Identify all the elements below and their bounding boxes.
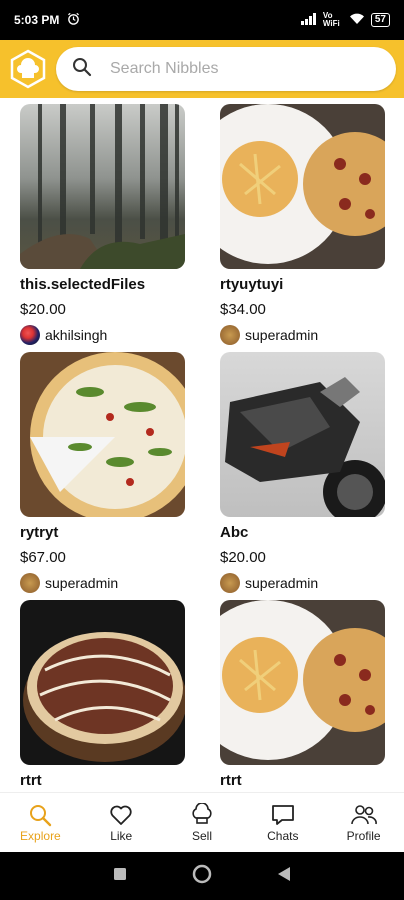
chef-hat-logo-icon [10,49,46,89]
home-button[interactable] [192,864,212,889]
product-title: Abc [220,524,249,541]
nav-like[interactable]: Like [81,793,162,852]
search-input[interactable] [110,60,360,78]
product-title: this.selectedFiles [20,276,146,293]
app-header [0,40,404,98]
nav-explore[interactable]: Explore [0,793,81,852]
nav-label: Sell [191,828,212,843]
status-time: 5:03 PM [14,13,60,27]
product-price: $20.00 [20,301,66,318]
product-title: rtyuytuyi [220,276,284,293]
product-price: $34.00 [220,301,266,318]
chat-icon [271,804,294,825]
search-icon [30,804,52,826]
seller-info[interactable]: superadmin [220,325,385,345]
avatar [20,325,40,345]
nav-label: Explore [20,828,61,843]
product-title: rtrt [220,772,242,789]
pasta-pizza-photo[interactable] [220,104,385,269]
people-icon [350,804,377,824]
pasta-pizza-photo[interactable] [220,600,385,765]
nav-sell[interactable]: Sell [162,793,243,852]
forest-photo[interactable] [20,104,185,269]
network-label: Vo WiFi [322,11,340,28]
wifi-icon [349,13,365,28]
search-icon[interactable] [72,57,92,82]
recents-button[interactable] [113,867,127,886]
product-card[interactable]: rytryt $67.00 superadmin [20,352,185,593]
motorcycle-photo[interactable] [220,352,385,517]
seller-info[interactable]: superadmin [20,573,185,593]
product-card[interactable]: Abc $20.00 superadmin [220,352,385,593]
system-nav-bar [0,852,404,900]
product-card[interactable]: rtrt [20,600,185,790]
pizza-photo[interactable] [20,600,185,765]
bottom-nav: Explore Like Sell Chats Profile [0,792,404,852]
nav-profile[interactable]: Profile [323,793,404,852]
signal-icon [300,12,317,28]
seller-name: superadmin [45,575,119,591]
app-logo[interactable] [8,49,48,89]
alarm-icon [67,12,80,28]
avatar [220,573,240,593]
nav-label: Like [110,828,133,843]
search-bar[interactable] [56,47,396,91]
nav-label: Profile [346,828,381,843]
seller-name: superadmin [245,575,319,591]
product-title: rtrt [20,772,42,789]
back-button[interactable] [277,866,291,887]
product-grid: this.selectedFiles $20.00 akhilsingh rty… [0,98,404,792]
product-title: rytryt [20,524,59,541]
nav-label: Chats [267,828,299,843]
product-price: $67.00 [20,549,66,566]
status-bar: 5:03 PM Vo WiFi 57 [0,0,404,40]
seller-name: akhilsingh [45,327,108,343]
product-card[interactable]: rtyuytuyi $34.00 superadmin [220,104,385,345]
seller-info[interactable]: akhilsingh [20,325,185,345]
product-card[interactable]: rtrt [220,600,385,790]
product-price: $20.00 [220,549,266,566]
product-card[interactable]: this.selectedFiles $20.00 akhilsingh [20,104,185,345]
nav-chats[interactable]: Chats [242,793,323,852]
avatar [20,573,40,593]
arugula-pizza-photo[interactable] [20,352,185,517]
heart-icon [110,805,132,825]
battery-indicator: 57 [370,13,390,27]
seller-name: superadmin [245,327,319,343]
avatar [220,325,240,345]
seller-info[interactable]: superadmin [220,573,385,593]
chef-hat-icon [192,802,212,824]
